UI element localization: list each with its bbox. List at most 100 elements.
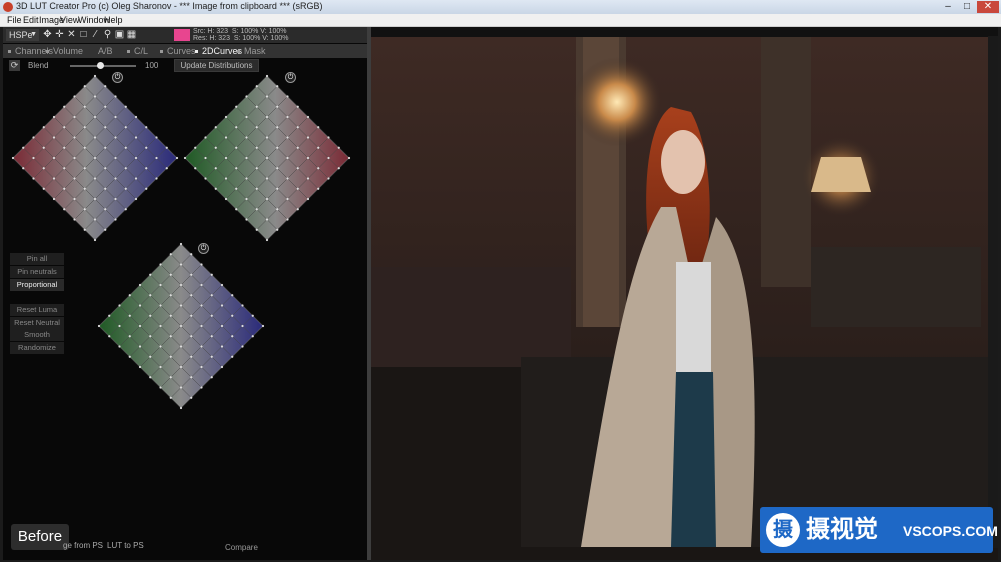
reset-neutral-button[interactable]: Reset Neutral [10,317,64,329]
color-swatch[interactable] [174,29,190,41]
control-point [169,376,172,379]
control-point [138,324,142,328]
control-point [32,136,35,139]
control-point [104,146,107,149]
control-point [175,156,179,160]
control-point [255,105,258,108]
control-point [169,396,172,399]
curve-grid-green-blue[interactable] [97,242,265,410]
control-point [149,273,152,276]
reset-luma-button[interactable]: Reset Luma [10,304,64,316]
control-point [241,345,244,348]
color-model-value: HSPe [9,30,33,40]
frame-icon[interactable]: ▣ [114,29,125,41]
menu-view[interactable]: View [60,14,79,26]
control-point [245,177,248,180]
square-icon[interactable]: □ [78,29,89,41]
readout-res: Res: H: 323 S: 100% V: 100% [193,35,289,42]
control-point [114,115,117,119]
control-point [214,167,217,170]
control-point [149,335,152,338]
lut-to-ps-button[interactable]: LUT to PS [107,540,144,552]
proportional-button[interactable]: Proportional [10,279,64,291]
logo-text-cn: 摄视觉 [806,516,878,543]
tab-curves[interactable]: Curves [160,44,196,58]
control-point [306,136,310,139]
control-point [276,105,279,108]
control-point [296,105,299,108]
control-point [145,146,148,149]
magnifier-icon[interactable]: ⚲ [102,29,113,41]
maximize-button[interactable]: □ [958,1,976,13]
tab-mask[interactable]: Mask [237,44,266,58]
tab-ab[interactable]: A/B [98,44,113,58]
control-point [52,177,56,180]
image-from-ps-button[interactable]: ge from PS [63,540,103,552]
curve-grid-green-red[interactable] [183,74,351,242]
tab-cl[interactable]: C/L [127,44,148,58]
control-point [159,263,162,266]
blend-slider-knob[interactable] [96,62,104,69]
pin-all-button[interactable]: Pin all [10,253,64,265]
control-point [73,197,76,201]
control-point [306,197,310,201]
control-point [190,355,193,358]
control-point [265,74,269,78]
menu-edit[interactable]: Edit [23,14,39,26]
control-point [128,314,131,317]
control-point [169,335,172,338]
grid-icon[interactable]: ▦ [126,29,137,41]
control-point [145,167,148,170]
randomize-button[interactable]: Randomize [10,342,64,354]
cross-icon[interactable]: ✕ [66,29,77,41]
control-point [179,242,183,246]
compare-button[interactable]: Compare [225,543,258,552]
refresh-icon[interactable]: ⟳ [9,60,20,71]
menu-file[interactable]: File [7,14,22,26]
control-point [306,177,310,180]
eyedropper-icon[interactable]: ⁄ [90,29,101,41]
control-point [155,156,158,160]
close-button[interactable]: ✕ [977,1,999,13]
control-point [104,167,107,170]
control-point [42,126,45,129]
control-point [83,85,86,88]
control-point [114,218,117,221]
blend-slider[interactable] [70,62,136,69]
control-point [231,355,234,358]
smooth-button[interactable]: Smooth [10,329,64,341]
control-point [169,294,172,297]
control-point [255,85,258,88]
control-point [245,218,248,221]
vertical-scrollbar[interactable] [988,36,998,548]
control-point [286,136,289,139]
image-viewer[interactable] [371,27,998,560]
pin-neutrals-button[interactable]: Pin neutrals [10,266,64,278]
control-point [159,283,162,287]
control-point [83,228,86,231]
control-point [327,156,330,160]
control-point [124,105,127,108]
control-point [169,253,172,256]
color-model-select[interactable]: HSPe ▼ [6,29,39,41]
curve-grid-red-blue[interactable] [11,74,179,242]
update-distributions-button[interactable]: Update Distributions [174,59,259,72]
blend-row: ⟳ Blend 100 Update Distributions [3,59,367,73]
control-point [261,324,265,328]
control-point [276,167,279,170]
control-point [265,156,269,160]
control-point [169,314,172,317]
tab-2dcurves[interactable]: 2DCurves [195,44,242,58]
control-point [220,304,224,307]
control-point [210,294,213,297]
control-point [138,304,142,307]
menu-help[interactable]: Help [104,14,123,26]
minimize-button[interactable]: – [939,1,957,13]
control-point [104,105,107,108]
move-icon[interactable]: ✥ [42,29,53,41]
tab-volume[interactable]: Volume [46,44,83,58]
readout-src: Src: H: 323 S: 100% V: 100% [193,28,287,35]
control-point [179,263,183,266]
control-point [296,187,299,190]
crosshair-icon[interactable]: ✛ [54,29,65,41]
